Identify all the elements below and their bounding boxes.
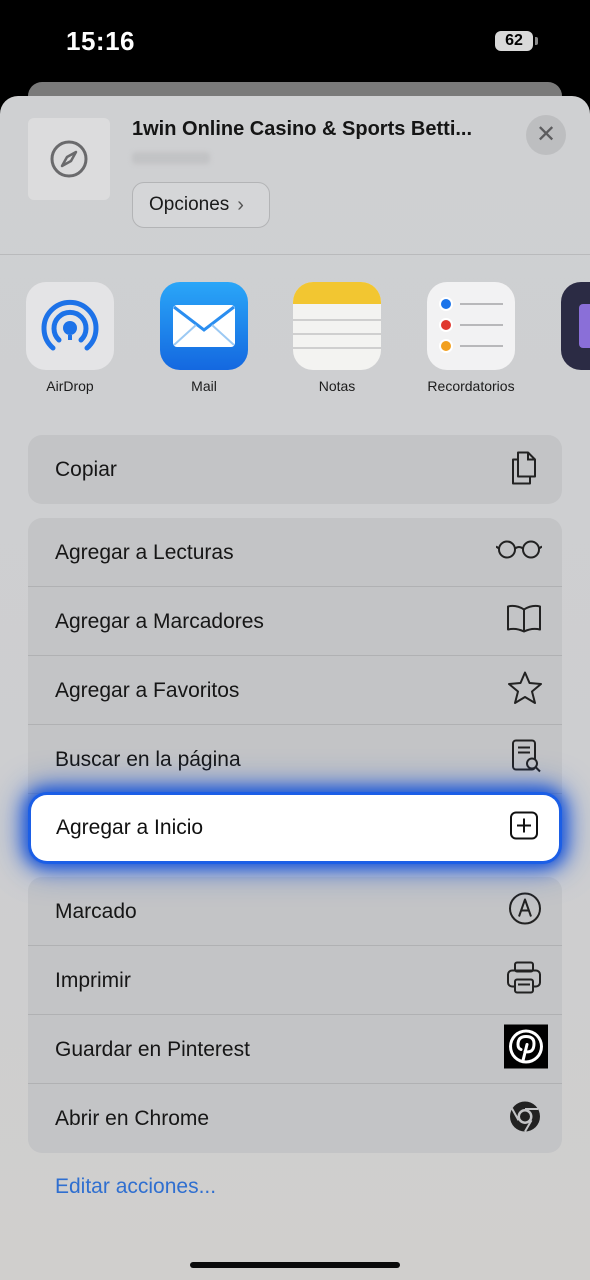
actions-group-2: Marcado Imprimir Guardar en Pinterest Ab… xyxy=(28,877,562,1153)
glasses-icon xyxy=(495,539,543,566)
action-pinterest[interactable]: Guardar en Pinterest xyxy=(28,1015,562,1084)
app-airdrop[interactable]: AirDrop xyxy=(10,282,130,394)
action-chrome[interactable]: Abrir en Chrome xyxy=(28,1084,562,1153)
copy-group: Copiar xyxy=(28,435,562,504)
share-header: 1win Online Casino & Sports Betti... Opc… xyxy=(0,96,590,255)
site-url-blurred xyxy=(132,152,210,164)
action-label: Buscar en la página xyxy=(55,748,241,771)
app-mail[interactable]: Mail xyxy=(144,282,264,394)
action-copy[interactable]: Copiar xyxy=(28,435,562,504)
printer-icon xyxy=(506,961,542,1000)
pinterest-icon xyxy=(504,1024,548,1074)
book-icon xyxy=(506,604,542,639)
partial-app-icon xyxy=(561,282,590,370)
options-label: Opciones xyxy=(149,194,230,215)
status-time: 15:16 xyxy=(66,26,135,56)
app-label: Mail xyxy=(191,378,217,394)
app-notes[interactable]: Notas xyxy=(277,282,397,394)
app-reminders[interactable]: Recordatorios xyxy=(411,282,531,394)
app-label: D xyxy=(545,378,590,394)
copy-icon xyxy=(508,448,542,491)
mail-icon xyxy=(160,282,248,370)
action-add-to-home[interactable]: Agregar a Inicio xyxy=(31,795,559,861)
status-bar: 15:16 62 xyxy=(0,0,590,82)
battery-tip xyxy=(535,37,538,45)
airdrop-icon xyxy=(26,282,114,370)
close-icon: ✕ xyxy=(535,121,557,148)
app-label: AirDrop xyxy=(46,378,94,394)
share-sheet: 1win Online Casino & Sports Betti... Opc… xyxy=(0,96,590,1280)
app-label: Notas xyxy=(318,378,356,394)
action-label: Agregar a Favoritos xyxy=(55,679,240,702)
close-button[interactable]: ✕ xyxy=(526,115,566,155)
app-share-row: AirDrop Mail Notas Recordatorios xyxy=(0,282,590,402)
compass-icon xyxy=(50,140,88,178)
notes-icon xyxy=(293,282,381,370)
home-indicator xyxy=(190,1262,400,1268)
markup-icon xyxy=(508,892,542,931)
battery-icon: 62 xyxy=(495,31,533,51)
app-label: Recordatorios xyxy=(427,378,515,394)
action-label: Agregar a Marcadores xyxy=(55,610,264,633)
options-button[interactable]: Opciones › xyxy=(132,182,270,228)
site-thumbnail xyxy=(28,118,110,200)
action-markup[interactable]: Marcado xyxy=(28,877,562,946)
chrome-icon xyxy=(508,1099,542,1138)
action-print[interactable]: Imprimir xyxy=(28,946,562,1015)
action-reading-list[interactable]: Agregar a Lecturas xyxy=(28,518,562,587)
action-label: Marcado xyxy=(55,900,137,923)
action-find-on-page[interactable]: Buscar en la página xyxy=(28,725,562,794)
action-label: Abrir en Chrome xyxy=(55,1107,210,1130)
edit-actions-link[interactable]: Editar acciones... xyxy=(55,1175,216,1199)
action-bookmarks[interactable]: Agregar a Marcadores xyxy=(28,587,562,656)
reminders-icon xyxy=(427,282,515,370)
page-title: 1win Online Casino & Sports Betti... xyxy=(132,118,473,140)
app-partial[interactable]: D xyxy=(545,282,590,394)
action-label: Agregar a Lecturas xyxy=(55,541,234,564)
add-square-icon xyxy=(509,811,539,846)
action-label: Imprimir xyxy=(55,969,131,992)
action-label: Copiar xyxy=(55,458,117,481)
chevron-right-icon: › xyxy=(237,193,244,216)
find-in-page-icon xyxy=(510,739,542,780)
action-favorites[interactable]: Agregar a Favoritos xyxy=(28,656,562,725)
action-label: Agregar a Inicio xyxy=(56,816,204,839)
star-icon xyxy=(508,671,542,710)
action-label: Guardar en Pinterest xyxy=(55,1038,250,1061)
